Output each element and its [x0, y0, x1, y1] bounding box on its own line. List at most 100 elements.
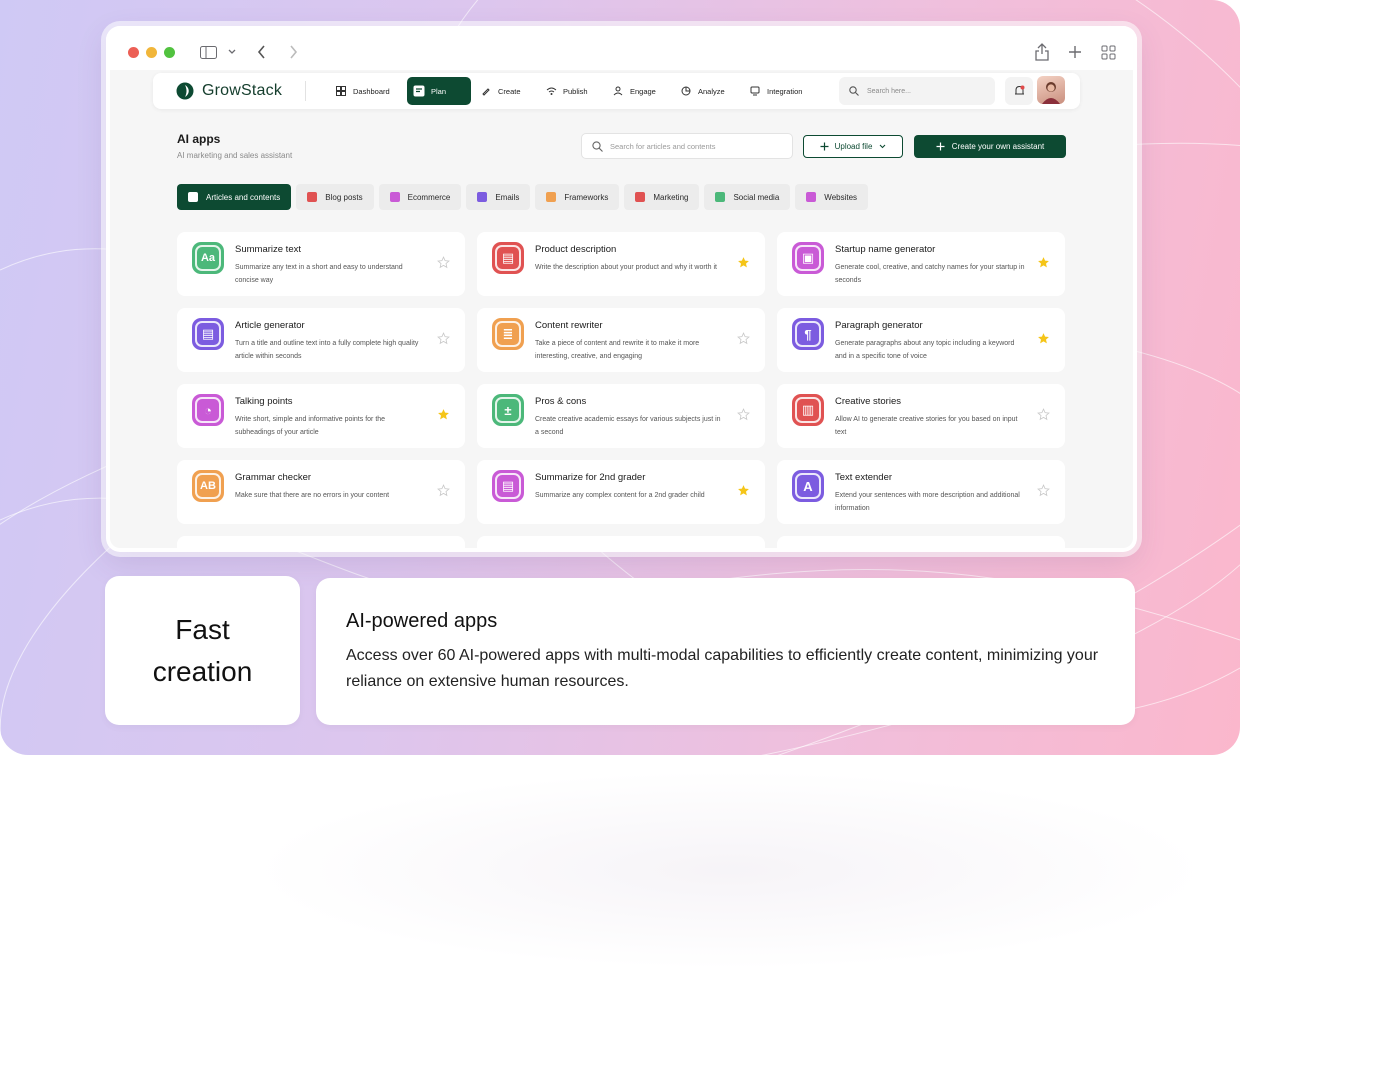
plug-icon	[749, 85, 761, 97]
dashboard-icon	[335, 85, 347, 97]
users-icon	[612, 85, 624, 97]
app-title: Content rewriter	[535, 320, 603, 331]
search-icon	[592, 140, 603, 152]
app-description: Allow AI to generate creative stories fo…	[835, 416, 1018, 436]
forward-icon[interactable]	[283, 42, 303, 62]
app-card-startup-name-generator[interactable]: ▣ Startup name generator Generate cool, cr…	[777, 232, 1065, 296]
app-card-summarize-for-2nd-grader[interactable]: ▤ Summarize for 2nd grader Summarize any c…	[477, 460, 765, 524]
create-assistant-button[interactable]: Create your own assistant	[914, 135, 1066, 158]
create-label: Create your own assistant	[951, 142, 1045, 151]
app-title: Product description	[535, 244, 617, 255]
fast-creation-caption: Fast creation	[105, 576, 300, 725]
tab-ecommerce[interactable]: Ecommerce	[378, 184, 462, 210]
app-icon: ◔	[192, 394, 224, 426]
tab-category-icon	[188, 192, 198, 202]
star-filled-icon[interactable]	[737, 484, 750, 497]
new-tab-icon[interactable]	[1065, 42, 1085, 62]
app-glyph: ¶	[795, 321, 821, 347]
nav-integration[interactable]: Integration	[743, 79, 808, 103]
app-card-article-generator[interactable]: ▤ Article generator Turn a title and outli…	[177, 308, 465, 372]
chevron-down-icon[interactable]	[222, 42, 242, 62]
app-title: Summarize text	[235, 244, 301, 255]
star-outline-icon[interactable]	[1037, 484, 1050, 497]
app-title: Pros & cons	[535, 396, 587, 407]
tab-label: Frameworks	[564, 192, 609, 202]
app-card-content-rewriter[interactable]: ≣ Content rewriter Take a piece of content…	[477, 308, 765, 372]
category-tabs: Articles and contents Blog posts Ecommerce…	[177, 184, 869, 210]
star-outline-icon[interactable]	[1037, 408, 1050, 421]
app-description: Extend your sentences with more descript…	[835, 492, 1020, 512]
upload-file-button[interactable]: Upload file	[803, 135, 903, 158]
notifications-button[interactable]	[1005, 77, 1033, 105]
app-description: Summarize any text in a short and easy t…	[235, 264, 403, 284]
feature-caption: AI-powered apps Access over 60 AI-powere…	[316, 578, 1135, 725]
app-card-talking-points[interactable]: ◔ Talking points Write short, simple and i…	[177, 384, 465, 448]
app-card-partial	[477, 536, 765, 548]
star-outline-icon[interactable]	[737, 408, 750, 421]
nav-dashboard[interactable]: Dashboard	[329, 79, 396, 103]
app-description: Summarize any complex content for a 2nd …	[535, 492, 705, 499]
browser-window: GrowStack Dashboard Plan Create Publish	[106, 26, 1137, 552]
app-card-text-extender[interactable]: A Text extender Extend your sentences with…	[777, 460, 1065, 524]
feature-body: Access over 60 AI-powered apps with mult…	[346, 647, 1099, 690]
app-glyph: A	[795, 473, 821, 499]
nav-label: Analyze	[698, 86, 725, 96]
app-description: Write short, simple and informative poin…	[235, 416, 386, 436]
zoom-dot[interactable]	[164, 47, 175, 58]
app-icon: ▣	[792, 242, 824, 274]
app-icon: ▤	[492, 470, 524, 502]
sidebar-toggle-icon[interactable]	[198, 42, 218, 62]
nav-analyze[interactable]: Analyze	[674, 79, 731, 103]
star-filled-icon[interactable]	[737, 256, 750, 269]
global-search-input[interactable]: Search here...	[839, 77, 995, 105]
app-icon: ▤	[492, 242, 524, 274]
app-title: Article generator	[235, 320, 305, 331]
close-dot[interactable]	[128, 47, 139, 58]
star-outline-icon[interactable]	[437, 332, 450, 345]
star-outline-icon[interactable]	[437, 484, 450, 497]
tab-emails[interactable]: Emails	[466, 184, 531, 210]
soft-reflection	[250, 770, 1210, 970]
nav-plan[interactable]: Plan	[407, 77, 471, 105]
minimize-dot[interactable]	[146, 47, 157, 58]
apps-search-input[interactable]: Search for articles and contents	[581, 133, 793, 159]
app-card-grammar-checker[interactable]: AB Grammar checker Make sure that there ar…	[177, 460, 465, 524]
app-title: Paragraph generator	[835, 320, 923, 331]
tab-articles-and-contents[interactable]: Articles and contents	[177, 184, 292, 210]
app-card-pros-cons[interactable]: ± Pros & cons Create creative academic ess…	[477, 384, 765, 448]
nav-label: Plan	[431, 86, 447, 96]
app-card-summarize-text[interactable]: Aa Summarize text Summarize any text in a …	[177, 232, 465, 296]
star-filled-icon[interactable]	[1037, 332, 1050, 345]
nav-label: Engage	[630, 86, 656, 96]
tab-frameworks[interactable]: Frameworks	[535, 184, 620, 210]
app-card-product-description[interactable]: ▤ Product description Write the descriptio…	[477, 232, 765, 296]
nav-label: Dashboard	[353, 86, 390, 96]
tab-blog-posts[interactable]: Blog posts	[296, 184, 374, 210]
star-outline-icon[interactable]	[737, 332, 750, 345]
tab-websites[interactable]: Websites	[795, 184, 869, 210]
tab-category-icon	[307, 192, 318, 202]
tab-marketing[interactable]: Marketing	[624, 184, 700, 210]
tab-overview-icon[interactable]	[1098, 42, 1118, 62]
nav-publish[interactable]: Publish	[539, 79, 594, 103]
app-icon: ¶	[792, 318, 824, 350]
nav-divider	[305, 81, 306, 101]
tab-category-icon	[389, 192, 400, 202]
app-title: Grammar checker	[235, 472, 312, 483]
back-icon[interactable]	[251, 42, 271, 62]
app-glyph: ◔	[195, 397, 221, 423]
tab-label: Emails	[495, 192, 520, 202]
pen-icon	[480, 85, 492, 97]
share-icon[interactable]	[1032, 42, 1052, 62]
app-card-paragraph-generator[interactable]: ¶ Paragraph generator Generate paragraphs …	[777, 308, 1065, 372]
app-card-creative-stories[interactable]: ▥ Creative stories Allow AI to generate cr…	[777, 384, 1065, 448]
growstack-logo[interactable]: GrowStack	[176, 82, 282, 100]
star-filled-icon[interactable]	[437, 408, 450, 421]
nav-engage[interactable]: Engage	[606, 79, 662, 103]
user-avatar[interactable]	[1037, 76, 1065, 104]
tab-social-media[interactable]: Social media	[704, 184, 791, 210]
star-filled-icon[interactable]	[1037, 256, 1050, 269]
nav-create[interactable]: Create	[474, 79, 527, 103]
star-outline-icon[interactable]	[437, 256, 450, 269]
search-placeholder: Search for articles and contents	[610, 141, 716, 151]
